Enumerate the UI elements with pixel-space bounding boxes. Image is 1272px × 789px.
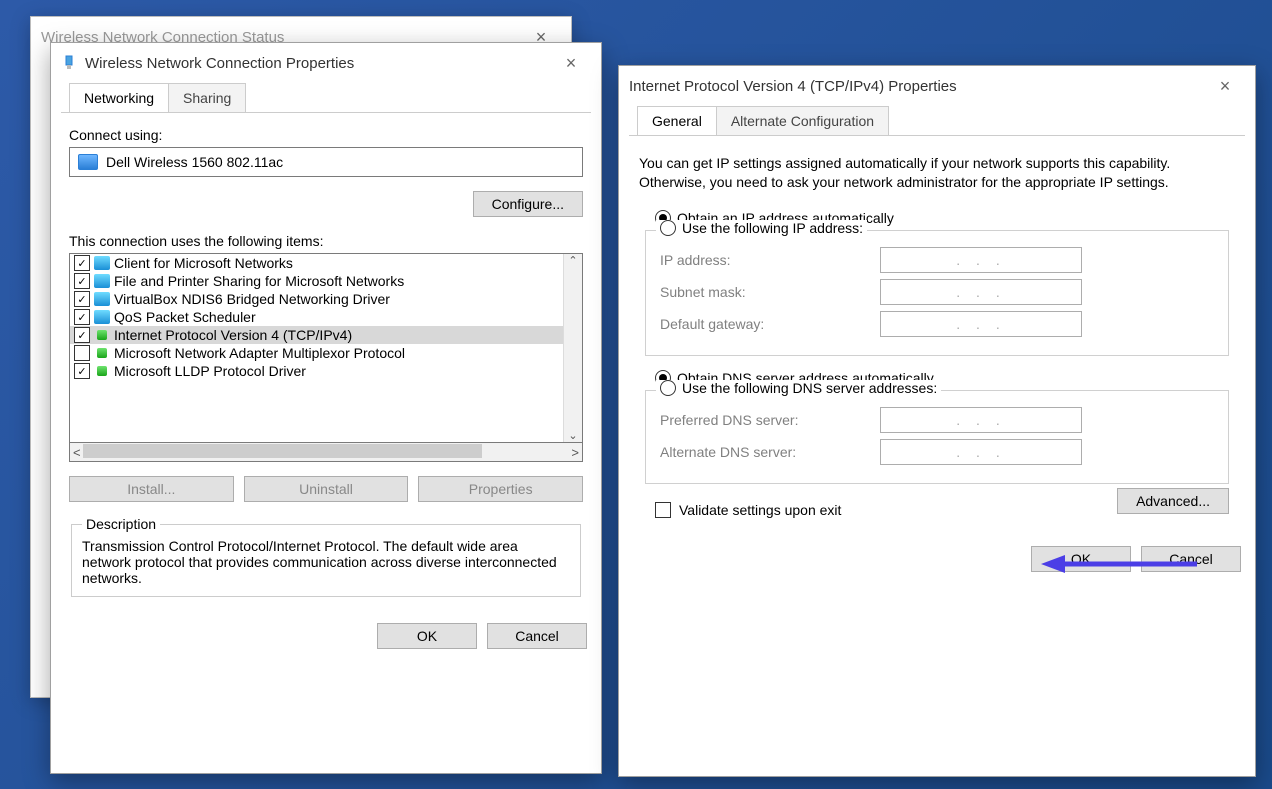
checkbox-icon[interactable] [74, 345, 90, 361]
tab-sharing[interactable]: Sharing [168, 83, 246, 112]
close-icon[interactable]: × [1205, 76, 1245, 97]
gateway-label: Default gateway: [660, 316, 880, 332]
list-item-label: File and Printer Sharing for Microsoft N… [114, 273, 404, 289]
pdns-label: Preferred DNS server: [660, 412, 880, 428]
radio-ip-manual[interactable]: Use the following IP address: [656, 220, 867, 236]
horizontal-scrollbar[interactable]: < > [69, 443, 583, 462]
service-icon [94, 256, 110, 270]
list-item-label: QoS Packet Scheduler [114, 309, 256, 325]
ok-button[interactable]: OK [377, 623, 477, 649]
description-text: Transmission Control Protocol/Internet P… [82, 538, 570, 586]
mask-input: . . . [880, 279, 1082, 305]
adapter-field[interactable]: Dell Wireless 1560 802.11ac [69, 147, 583, 177]
service-icon [94, 274, 110, 288]
gateway-input: . . . [880, 311, 1082, 337]
description-legend: Description [82, 516, 160, 532]
adapter-name: Dell Wireless 1560 802.11ac [106, 154, 283, 170]
annotation-arrow [1039, 552, 1199, 576]
scroll-right-icon[interactable]: > [571, 445, 579, 460]
list-item-label: Client for Microsoft Networks [114, 255, 293, 271]
list-item-label: VirtualBox NDIS6 Bridged Networking Driv… [114, 291, 390, 307]
radio-icon [660, 220, 676, 236]
pdns-input: . . . [880, 407, 1082, 433]
close-icon[interactable]: × [551, 53, 591, 74]
list-item[interactable]: ✓ File and Printer Sharing for Microsoft … [70, 272, 563, 290]
adapter-icon [78, 154, 98, 170]
connection-properties-window: Wireless Network Connection Properties ×… [50, 42, 602, 774]
list-item[interactable]: Microsoft Network Adapter Multiplexor Pr… [70, 344, 563, 362]
cancel-button[interactable]: Cancel [487, 623, 587, 649]
vertical-scrollbar[interactable]: ⌃ ⌄ [563, 254, 582, 442]
list-item-label: Microsoft LLDP Protocol Driver [114, 363, 306, 379]
window-title: Internet Protocol Version 4 (TCP/IPv4) P… [629, 78, 957, 95]
uninstall-button[interactable]: Uninstall [244, 476, 409, 502]
tab-networking[interactable]: Networking [69, 83, 169, 112]
scroll-up-icon[interactable]: ⌃ [568, 254, 577, 267]
radio-icon [660, 380, 676, 396]
manual-ip-group: Use the following IP address: IP address… [645, 230, 1229, 356]
tab-general[interactable]: General [637, 106, 717, 135]
list-item[interactable]: ✓ Internet Protocol Version 4 (TCP/IPv4) [70, 326, 563, 344]
checkbox-icon[interactable]: ✓ [74, 255, 90, 271]
list-item-label: Internet Protocol Version 4 (TCP/IPv4) [114, 327, 352, 343]
manual-dns-group: Use the following DNS server addresses: … [645, 390, 1229, 484]
list-item-label: Microsoft Network Adapter Multiplexor Pr… [114, 345, 405, 361]
ip-label: IP address: [660, 252, 880, 268]
tabstrip: Networking Sharing [61, 83, 591, 113]
items-label: This connection uses the following items… [69, 233, 583, 249]
scroll-down-icon[interactable]: ⌄ [568, 429, 577, 442]
adns-input: . . . [880, 439, 1082, 465]
network-adapter-icon [61, 55, 77, 71]
description-group: Description Transmission Control Protoco… [71, 516, 581, 597]
radio-dns-manual[interactable]: Use the following DNS server addresses: [656, 380, 941, 396]
advanced-button[interactable]: Advanced... [1117, 488, 1229, 514]
checkbox-icon [655, 502, 671, 518]
adns-label: Alternate DNS server: [660, 444, 880, 460]
ipv4-properties-window: Internet Protocol Version 4 (TCP/IPv4) P… [618, 65, 1256, 777]
list-item[interactable]: ✓ Microsoft LLDP Protocol Driver [70, 362, 563, 380]
ip-input: . . . [880, 247, 1082, 273]
protocol-icon [94, 346, 110, 360]
list-item[interactable]: ✓ Client for Microsoft Networks [70, 254, 563, 272]
checkbox-icon[interactable]: ✓ [74, 273, 90, 289]
checkbox-icon[interactable]: ✓ [74, 291, 90, 307]
checkbox-icon[interactable]: ✓ [74, 327, 90, 343]
checkbox-icon[interactable]: ✓ [74, 363, 90, 379]
list-item[interactable]: ✓ QoS Packet Scheduler [70, 308, 563, 326]
connect-using-label: Connect using: [69, 127, 583, 143]
list-item[interactable]: ✓ VirtualBox NDIS6 Bridged Networking Dri… [70, 290, 563, 308]
checkbox-icon[interactable]: ✓ [74, 309, 90, 325]
service-icon [94, 292, 110, 306]
service-icon [94, 310, 110, 324]
scroll-left-icon[interactable]: < [73, 445, 81, 460]
tab-alternate[interactable]: Alternate Configuration [716, 106, 889, 135]
configure-button[interactable]: Configure... [473, 191, 583, 217]
protocol-icon [94, 328, 110, 342]
components-list[interactable]: ✓ Client for Microsoft Networks ✓ File and … [69, 253, 583, 443]
protocol-icon [94, 364, 110, 378]
mask-label: Subnet mask: [660, 284, 880, 300]
properties-button[interactable]: Properties [418, 476, 583, 502]
window-title: Wireless Network Connection Properties [85, 55, 354, 72]
install-button[interactable]: Install... [69, 476, 234, 502]
help-text: You can get IP settings assigned automat… [639, 154, 1235, 192]
tabstrip: General Alternate Configuration [629, 106, 1245, 136]
